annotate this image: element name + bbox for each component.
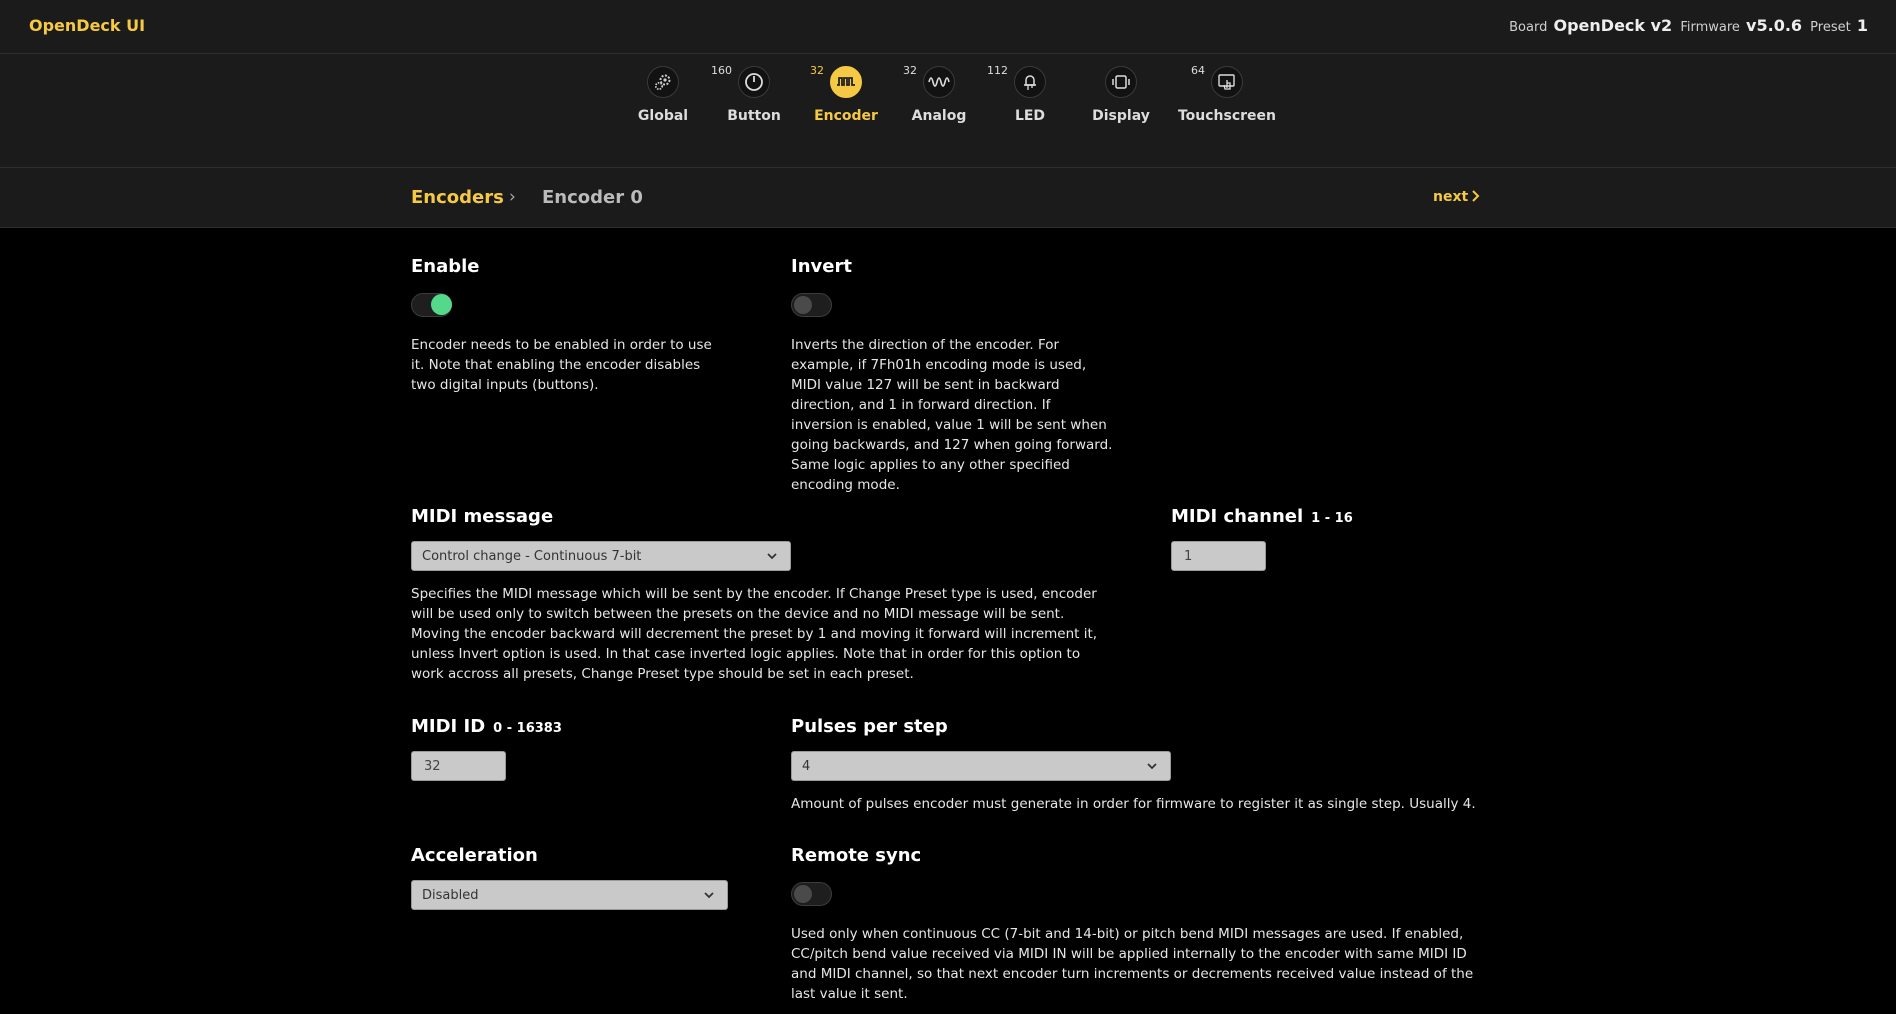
chevron-down-icon: [704, 892, 714, 899]
pulses-per-step-label: Pulses per step: [791, 716, 948, 737]
midi-message-label: MIDI message: [411, 506, 554, 527]
firmware-label: Firmware: [1680, 20, 1740, 35]
midi-message-select[interactable]: Control change - Continuous 7-bit: [411, 541, 791, 571]
encoder-pulse-icon: [830, 66, 862, 98]
nav-display[interactable]: Display: [1071, 66, 1171, 124]
breadcrumb-encoders-link[interactable]: Encoders: [411, 187, 504, 208]
preset-label: Preset: [1810, 20, 1851, 35]
remote-sync-description: Used only when continuous CC (7-bit and …: [791, 926, 1474, 1002]
toggle-knob: [794, 885, 812, 903]
next-link[interactable]: next: [1433, 189, 1482, 205]
section-nav: Global 160 Button 32 Encoder 32 Analog 1…: [0, 54, 1896, 168]
nav-label: Encoder: [814, 108, 878, 124]
led-icon: [1014, 66, 1046, 98]
nav-analog[interactable]: 32 Analog: [889, 64, 989, 124]
nav-label: LED: [1014, 108, 1046, 124]
display-icon: [1105, 66, 1137, 98]
pulses-per-step-description: Amount of pulses encoder must generate i…: [791, 796, 1476, 812]
enable-label: Enable: [411, 256, 480, 277]
nav-label: Touchscreen: [1177, 108, 1277, 124]
wave-icon: [923, 66, 955, 98]
board-label: Board: [1509, 20, 1548, 35]
board-value: OpenDeck v2: [1553, 16, 1673, 35]
midi-id-label: MIDI ID 0 - 16383: [411, 716, 562, 737]
remote-sync-label: Remote sync: [791, 845, 922, 866]
chevron-down-icon: [767, 553, 777, 560]
app-title[interactable]: OpenDeck UI: [29, 16, 145, 35]
firmware-value: v5.0.6: [1746, 16, 1803, 35]
nav-label: Display: [1092, 108, 1150, 124]
toggle-knob: [431, 294, 452, 315]
nav-count: 32: [810, 64, 824, 77]
midi-channel-input[interactable]: [1171, 541, 1266, 571]
nav-count: 112: [987, 64, 1008, 77]
breadcrumb-current: Encoder 0: [542, 187, 643, 208]
gears-icon: [647, 66, 679, 98]
chevron-down-icon: [1147, 763, 1157, 770]
invert-description: Inverts the direction of the encoder. Fo…: [791, 337, 1113, 493]
acceleration-label: Acceleration: [411, 845, 538, 866]
nav-count: 32: [903, 64, 917, 77]
enable-description: Encoder needs to be enabled in order to …: [411, 337, 712, 393]
preset-value: 1: [1856, 16, 1868, 35]
midi-message-description: Specifies the MIDI message which will be…: [411, 586, 1098, 682]
invert-label: Invert: [791, 256, 852, 277]
midi-channel-title: MIDI channel: [1171, 506, 1304, 527]
invert-toggle[interactable]: [791, 293, 832, 317]
nav-led[interactable]: 112 LED: [980, 64, 1080, 124]
nav-touchscreen[interactable]: 64 Touchscreen: [1177, 64, 1277, 124]
midi-id-input[interactable]: [411, 751, 506, 781]
midi-id-title: MIDI ID: [411, 716, 486, 737]
nav-count: 160: [711, 64, 732, 77]
breadcrumb: Encoders › Encoder 0 next: [0, 168, 1896, 228]
acceleration-select[interactable]: Disabled: [411, 880, 728, 910]
nav-global[interactable]: Global: [613, 66, 713, 124]
toggle-knob: [794, 296, 812, 314]
select-value: Disabled: [422, 888, 479, 903]
top-bar: OpenDeck UI Board OpenDeck v2 Firmware v…: [0, 0, 1896, 54]
midi-channel-range: 1 - 16: [1311, 511, 1353, 526]
touch-hand-icon: [1211, 66, 1243, 98]
midi-id-range: 0 - 16383: [493, 721, 562, 736]
nav-encoder[interactable]: 32 Encoder: [796, 64, 896, 124]
select-value: Control change - Continuous 7-bit: [422, 549, 642, 564]
chevron-right-icon: [1472, 190, 1480, 202]
nav-button[interactable]: 160 Button: [704, 64, 804, 124]
remote-sync-toggle[interactable]: [791, 882, 832, 906]
pulses-per-step-select[interactable]: 4: [791, 751, 1171, 781]
midi-channel-label: MIDI channel 1 - 16: [1171, 506, 1353, 527]
select-value: 4: [802, 759, 811, 774]
board-info: Board OpenDeck v2 Firmware v5.0.6 Preset…: [1509, 16, 1868, 35]
nav-count: 64: [1191, 64, 1205, 77]
nav-label: Global: [637, 108, 689, 124]
power-button-icon: [738, 66, 770, 98]
nav-label: Analog: [911, 108, 967, 124]
enable-toggle[interactable]: [411, 293, 452, 317]
next-label: next: [1433, 189, 1469, 205]
nav-label: Button: [727, 108, 781, 124]
breadcrumb-separator: ›: [509, 187, 516, 207]
